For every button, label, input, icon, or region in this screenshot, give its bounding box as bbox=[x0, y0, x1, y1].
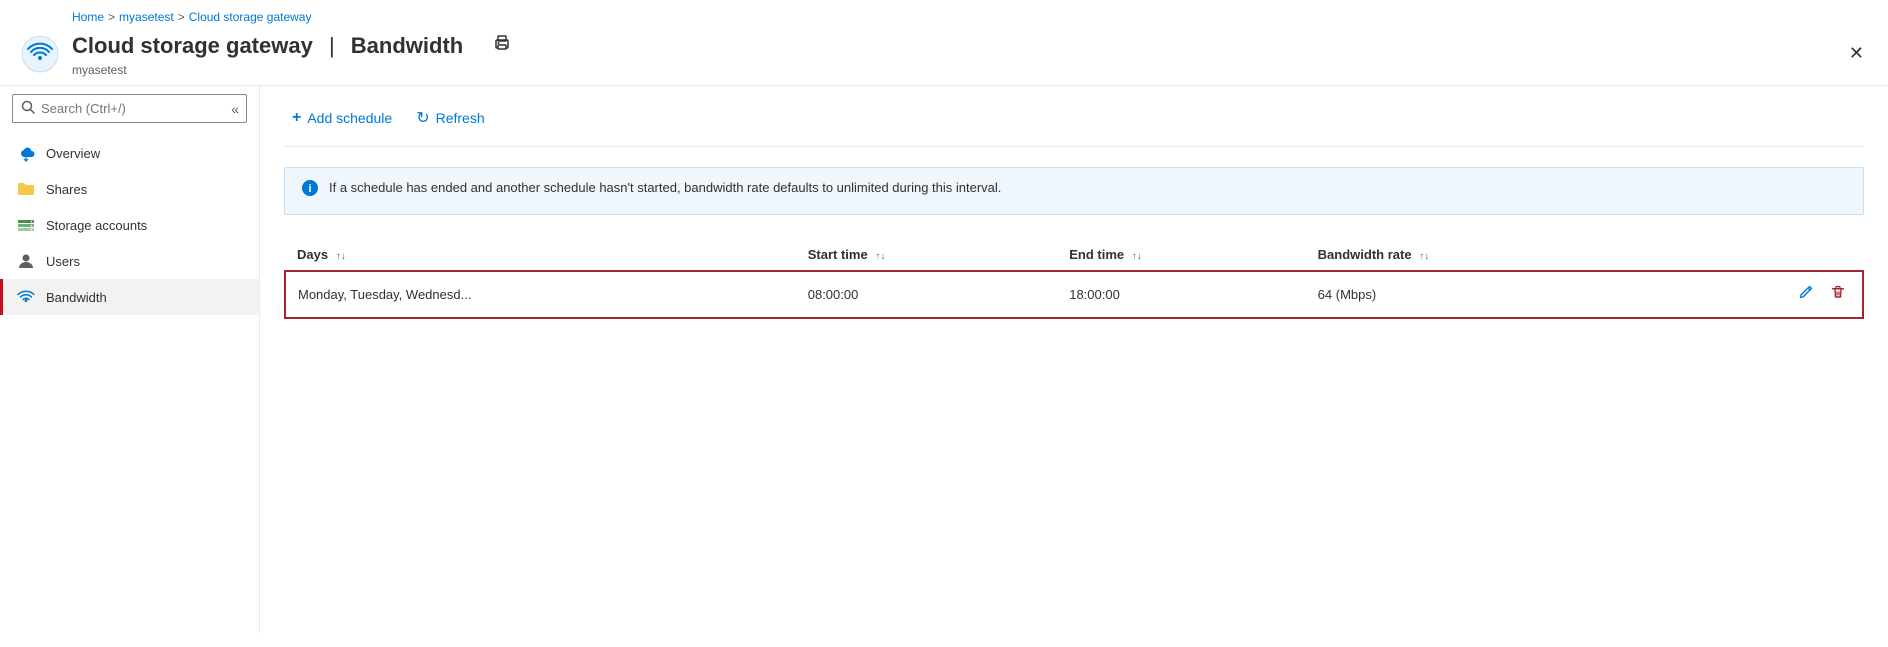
refresh-label: Refresh bbox=[436, 110, 485, 126]
sidebar-item-bandwidth[interactable]: Bandwidth bbox=[0, 279, 259, 315]
folder-icon bbox=[16, 179, 36, 199]
breadcrumb-sep1: > bbox=[108, 10, 115, 24]
breadcrumb-sep2: > bbox=[178, 10, 185, 24]
info-icon: i bbox=[301, 179, 319, 202]
close-button[interactable]: ✕ bbox=[1845, 39, 1868, 68]
bandwidth-table: Days ↑↓ Start time ↑↓ End time ↑↓ Bandwi… bbox=[284, 239, 1864, 319]
sort-icon-start-time: ↑↓ bbox=[875, 251, 885, 262]
edit-button[interactable] bbox=[1794, 282, 1818, 307]
page-header: Home > myasetest > Cloud storage gateway… bbox=[0, 0, 1888, 86]
cell-end-time: 18:00:00 bbox=[1057, 271, 1305, 318]
sidebar-item-users[interactable]: Users bbox=[0, 243, 259, 279]
search-bar-container: « bbox=[12, 94, 247, 123]
sidebar: « Overview Shares bbox=[0, 86, 260, 633]
breadcrumb: Home > myasetest > Cloud storage gateway bbox=[72, 10, 311, 24]
sidebar-item-overview-label: Overview bbox=[46, 146, 100, 161]
cell-row-actions bbox=[1655, 271, 1864, 318]
refresh-icon: ↻ bbox=[416, 108, 429, 128]
logo-area: Cloud storage gateway | Bandwidth myaset… bbox=[20, 30, 515, 77]
col-end-time[interactable]: End time ↑↓ bbox=[1057, 239, 1305, 271]
breadcrumb-home[interactable]: Home bbox=[72, 10, 104, 24]
col-actions bbox=[1655, 239, 1864, 271]
edit-icon bbox=[1798, 287, 1814, 304]
content-area: + Add schedule ↻ Refresh i If a schedule… bbox=[260, 86, 1888, 633]
breadcrumb-page[interactable]: Cloud storage gateway bbox=[189, 10, 312, 24]
page-title: Cloud storage gateway | Bandwidth bbox=[72, 30, 515, 61]
wifi-icon bbox=[16, 287, 36, 307]
storage-icon bbox=[16, 215, 36, 235]
sidebar-item-bandwidth-label: Bandwidth bbox=[46, 290, 107, 305]
sort-icon-end-time: ↑↓ bbox=[1132, 251, 1142, 262]
table-body: Monday, Tuesday, Wednesd... 08:00:00 18:… bbox=[285, 271, 1863, 318]
app-logo-icon bbox=[20, 34, 60, 74]
toolbar: + Add schedule ↻ Refresh bbox=[284, 102, 1864, 147]
info-banner-text: If a schedule has ended and another sche… bbox=[329, 180, 1001, 195]
cell-days: Monday, Tuesday, Wednesd... bbox=[285, 271, 796, 318]
title-divider: | bbox=[323, 33, 341, 59]
print-button[interactable] bbox=[489, 30, 515, 61]
sort-icon-bandwidth-rate: ↑↓ bbox=[1419, 251, 1429, 262]
col-start-time[interactable]: Start time ↑↓ bbox=[796, 239, 1057, 271]
info-banner: i If a schedule has ended and another sc… bbox=[284, 167, 1864, 215]
sidebar-item-users-label: Users bbox=[46, 254, 80, 269]
sidebar-item-shares[interactable]: Shares bbox=[0, 171, 259, 207]
add-schedule-button[interactable]: + Add schedule bbox=[284, 103, 400, 133]
sidebar-item-overview[interactable]: Overview bbox=[0, 135, 259, 171]
row-actions bbox=[1667, 282, 1851, 307]
delete-icon bbox=[1830, 287, 1846, 304]
cell-start-time: 08:00:00 bbox=[796, 271, 1057, 318]
resource-subtitle: myasetest bbox=[72, 63, 515, 77]
add-icon: + bbox=[292, 109, 301, 127]
sidebar-collapse-button[interactable]: « bbox=[223, 99, 247, 119]
breadcrumb-resource[interactable]: myasetest bbox=[119, 10, 174, 24]
refresh-button[interactable]: ↻ Refresh bbox=[408, 102, 492, 134]
sidebar-item-storage-accounts[interactable]: Storage accounts bbox=[0, 207, 259, 243]
table-header: Days ↑↓ Start time ↑↓ End time ↑↓ Bandwi… bbox=[285, 239, 1863, 271]
sort-icon-days: ↑↓ bbox=[336, 251, 346, 262]
col-bandwidth-rate[interactable]: Bandwidth rate ↑↓ bbox=[1306, 239, 1655, 271]
cell-bandwidth-rate: 64 (Mbps) bbox=[1306, 271, 1655, 318]
sidebar-item-shares-label: Shares bbox=[46, 182, 87, 197]
sidebar-item-storage-accounts-label: Storage accounts bbox=[46, 218, 147, 233]
person-icon bbox=[16, 251, 36, 271]
title-area: Cloud storage gateway | Bandwidth myaset… bbox=[72, 30, 515, 77]
header-actions: ✕ bbox=[1845, 39, 1868, 68]
search-input[interactable] bbox=[41, 101, 238, 116]
add-schedule-label: Add schedule bbox=[307, 110, 392, 126]
search-icon bbox=[21, 100, 35, 117]
delete-button[interactable] bbox=[1826, 282, 1850, 307]
main-layout: « Overview Shares bbox=[0, 86, 1888, 633]
col-days[interactable]: Days ↑↓ bbox=[285, 239, 796, 271]
table-row: Monday, Tuesday, Wednesd... 08:00:00 18:… bbox=[285, 271, 1863, 318]
cloud-icon bbox=[16, 143, 36, 163]
svg-text:i: i bbox=[308, 183, 311, 195]
